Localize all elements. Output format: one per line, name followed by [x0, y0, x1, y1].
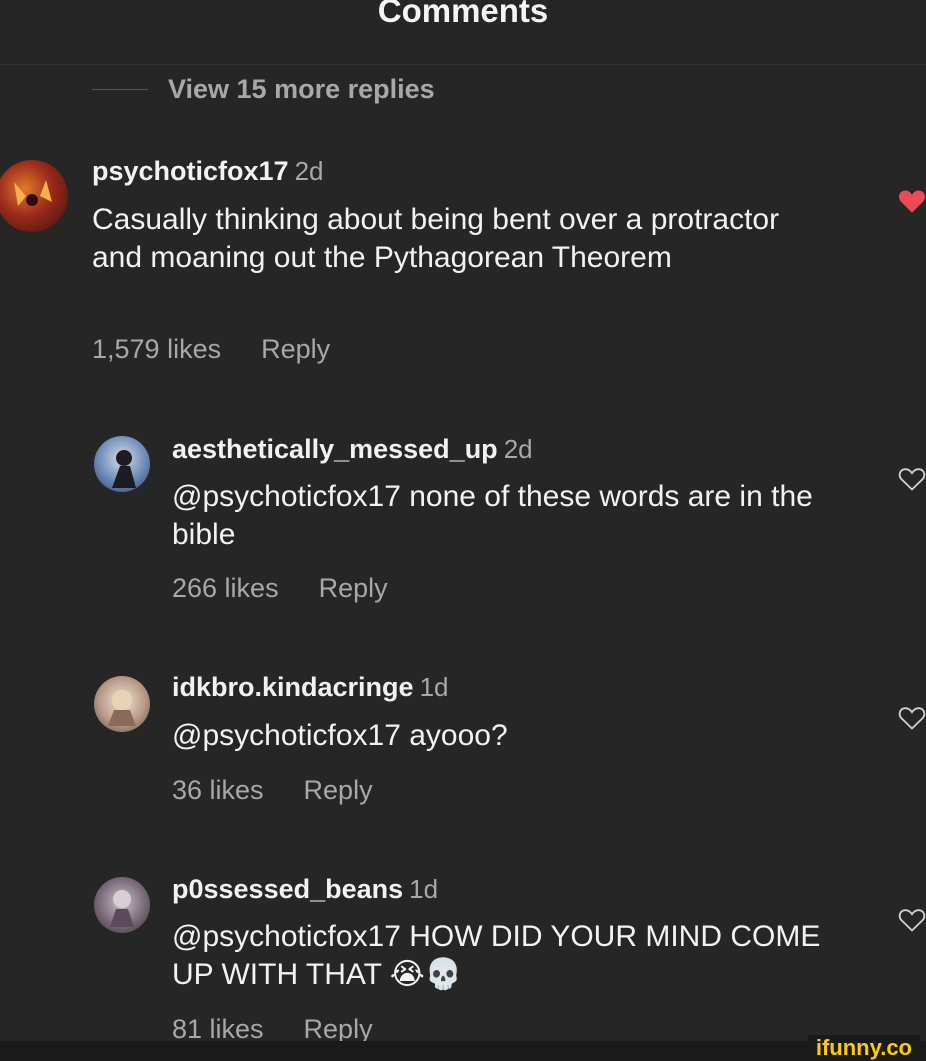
- comments-header: Comments: [0, 0, 926, 65]
- comment-time: 2d: [503, 434, 533, 464]
- comment-text: @psychoticfox17 none of these words are …: [172, 480, 813, 551]
- reply-button[interactable]: Reply: [261, 334, 330, 364]
- comment-text: @psychoticfox17 HOW DID YOUR MIND COME U…: [172, 920, 821, 991]
- divider-line: [92, 88, 148, 90]
- page-title: Comments: [377, 0, 549, 29]
- character-avatar-icon: [108, 690, 136, 726]
- comment-username[interactable]: idkbro.kindacringe: [172, 672, 414, 702]
- reply-button[interactable]: Reply: [304, 1014, 373, 1044]
- heart-outline-icon[interactable]: [898, 466, 926, 492]
- view-more-replies-button[interactable]: View 15 more replies: [92, 72, 435, 106]
- comment-username[interactable]: p0ssessed_beans: [172, 874, 403, 904]
- likes-count[interactable]: 36 likes: [172, 775, 264, 805]
- comment-username[interactable]: psychoticfox17: [92, 156, 289, 186]
- footer-bar: [0, 1041, 926, 1061]
- avatar[interactable]: [94, 877, 150, 933]
- heart-outline-icon[interactable]: [898, 907, 926, 933]
- comment-time: 1d: [409, 874, 439, 904]
- comment-time: 2d: [294, 156, 324, 186]
- character-avatar-icon: [110, 890, 134, 927]
- liked-heart-icon[interactable]: [898, 188, 926, 214]
- avatar[interactable]: [94, 436, 150, 492]
- comment-text: @psychoticfox17 ayooo?: [172, 719, 508, 752]
- likes-count[interactable]: 81 likes: [172, 1014, 264, 1044]
- fox-avatar-icon: [14, 180, 52, 206]
- avatar[interactable]: [0, 160, 68, 232]
- reply-button[interactable]: Reply: [319, 573, 388, 603]
- comment-time: 1d: [419, 672, 449, 702]
- reply-button[interactable]: Reply: [304, 775, 373, 805]
- likes-count[interactable]: 266 likes: [172, 573, 279, 603]
- comment-text: Casually thinking about being bent over …: [92, 203, 780, 274]
- ifunny-watermark: ifunny.co: [807, 1035, 920, 1061]
- avatar[interactable]: [94, 676, 150, 732]
- view-more-replies-label: View 15 more replies: [168, 73, 435, 104]
- person-avatar-icon: [112, 450, 136, 488]
- heart-outline-icon[interactable]: [898, 705, 926, 731]
- likes-count[interactable]: 1,579 likes: [92, 334, 221, 364]
- comment-username[interactable]: aesthetically_messed_up: [172, 434, 498, 464]
